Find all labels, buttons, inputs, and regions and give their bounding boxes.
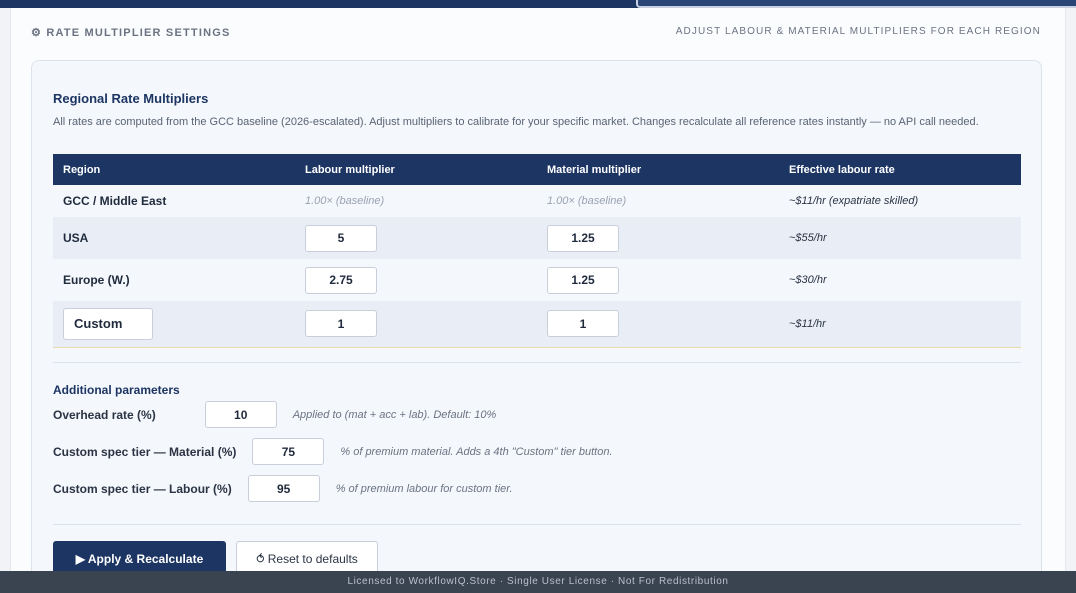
param-note: Applied to (mat + acc + lab). Default: 1… bbox=[292, 408, 497, 421]
param-note: % of premium material. Adds a 4th "Custo… bbox=[340, 445, 613, 458]
card-title: Regional Rate Multipliers bbox=[53, 91, 209, 106]
param-label: Custom spec tier — Labour (%) bbox=[53, 481, 232, 496]
param-row-overhead: Overhead rate (%) Applied to (mat + acc … bbox=[53, 401, 496, 428]
custom-region-name-input[interactable] bbox=[63, 307, 153, 340]
divider bbox=[53, 524, 1021, 525]
effective-rate: ~$30/hr bbox=[789, 274, 827, 286]
multiplier-table: Region Labour multiplier Material multip… bbox=[53, 154, 1021, 348]
table-header-row: Region Labour multiplier Material multip… bbox=[53, 154, 1021, 185]
divider bbox=[53, 362, 1021, 363]
card-description: All rates are computed from the GCC base… bbox=[53, 116, 979, 128]
section-title: ⚙ RATE MULTIPLIER SETTINGS bbox=[31, 27, 231, 39]
custom-material-tier-input[interactable] bbox=[252, 438, 325, 465]
material-baseline: 1.00× (baseline) bbox=[547, 195, 627, 207]
europe-labour-multiplier-input[interactable] bbox=[305, 266, 377, 294]
material-cell bbox=[537, 217, 779, 259]
region-name: USA bbox=[53, 217, 295, 259]
labour-cell bbox=[295, 217, 537, 259]
usa-material-multiplier-input[interactable] bbox=[547, 224, 619, 252]
header-labour-multiplier: Labour multiplier bbox=[295, 154, 537, 185]
labour-baseline: 1.00× (baseline) bbox=[305, 195, 385, 207]
license-footer: Licensed to WorkflowIQ.Store · Single Us… bbox=[0, 571, 1076, 593]
header-region: Region bbox=[53, 154, 295, 185]
header-material-multiplier: Material multiplier bbox=[537, 154, 779, 185]
table-row: GCC / Middle East 1.00× (baseline) 1.00×… bbox=[53, 185, 1021, 217]
param-row-custom-labour: Custom spec tier — Labour (%) % of premi… bbox=[53, 475, 513, 502]
labour-cell bbox=[295, 301, 537, 348]
table-row: ~$11/hr bbox=[53, 301, 1021, 348]
europe-material-multiplier-input[interactable] bbox=[547, 266, 619, 294]
regional-multipliers-card: Regional Rate Multipliers All rates are … bbox=[31, 60, 1042, 590]
custom-labour-tier-input[interactable] bbox=[247, 475, 320, 502]
custom-region-cell bbox=[53, 301, 295, 348]
custom-labour-multiplier-input[interactable] bbox=[305, 310, 377, 338]
settings-panel: ⚙ RATE MULTIPLIER SETTINGS ADJUST LABOUR… bbox=[10, 8, 1066, 590]
material-cell bbox=[537, 301, 779, 348]
effective-rate: ~$11/hr bbox=[779, 301, 1021, 348]
param-label: Custom spec tier — Material (%) bbox=[53, 444, 237, 459]
param-label: Overhead rate (%) bbox=[53, 407, 156, 422]
section-hint: ADJUST LABOUR & MATERIAL MULTIPLIERS FOR… bbox=[675, 26, 1041, 37]
header-effective-labour-rate: Effective labour rate bbox=[779, 154, 1021, 185]
table-row: Europe (W.) ~$30/hr bbox=[53, 259, 1021, 301]
region-name: Europe (W.) bbox=[63, 273, 130, 287]
usa-labour-multiplier-input[interactable] bbox=[305, 224, 377, 252]
overhead-rate-input[interactable] bbox=[204, 401, 277, 428]
table-row: USA ~$55/hr bbox=[53, 217, 1021, 259]
additional-parameters-title: Additional parameters bbox=[53, 383, 180, 397]
custom-material-multiplier-input[interactable] bbox=[547, 310, 619, 338]
effective-rate: ~$55/hr bbox=[779, 217, 1021, 259]
region-name: GCC / Middle East bbox=[63, 194, 167, 208]
effective-rate: ~$11/hr (expatriate skilled) bbox=[789, 195, 919, 207]
material-cell bbox=[537, 259, 779, 301]
param-row-custom-material: Custom spec tier — Material (%) % of pre… bbox=[53, 438, 613, 465]
param-note: % of premium labour for custom tier. bbox=[335, 482, 513, 495]
labour-cell bbox=[295, 259, 537, 301]
top-navigation-tab[interactable] bbox=[636, 0, 1076, 8]
